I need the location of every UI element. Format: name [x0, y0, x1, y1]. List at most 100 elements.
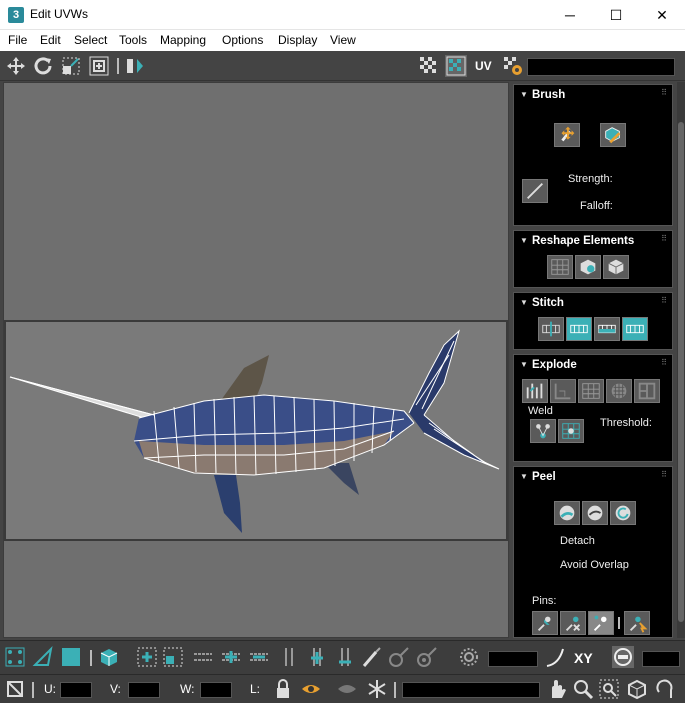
- settings-grid-icon[interactable]: [502, 55, 524, 77]
- uv-map-dropdown[interactable]: [527, 58, 675, 76]
- close-button[interactable]: ✕: [639, 0, 685, 30]
- weld-selected-icon[interactable]: [530, 419, 556, 443]
- gizmo-toggle-icon[interactable]: [612, 646, 634, 668]
- auto-pin-icon[interactable]: [588, 611, 614, 635]
- loop-grow-icon[interactable]: [220, 646, 242, 668]
- move-icon[interactable]: [5, 55, 27, 77]
- collapse-arrow-icon[interactable]: ▼: [520, 90, 528, 99]
- freeform-icon[interactable]: [88, 55, 110, 77]
- collapse-arrow-icon[interactable]: ▼: [520, 298, 528, 307]
- ring-grow-icon[interactable]: [306, 646, 328, 668]
- quick-peel-icon[interactable]: [554, 501, 580, 525]
- hide-icon[interactable]: [336, 678, 358, 700]
- peel-mode-icon[interactable]: [582, 501, 608, 525]
- unpin-selected-icon[interactable]: [560, 611, 586, 635]
- paint-move-icon[interactable]: [554, 123, 580, 147]
- show-hide-icon[interactable]: [300, 678, 322, 700]
- maximize-button[interactable]: ☐: [593, 0, 639, 30]
- grip-icon[interactable]: ⠿: [661, 358, 667, 367]
- status-field[interactable]: [402, 682, 540, 698]
- paint-grow-icon[interactable]: [388, 646, 410, 668]
- collapse-arrow-icon[interactable]: ▼: [520, 236, 528, 245]
- ring-select-icon[interactable]: [278, 646, 300, 668]
- menu-file[interactable]: File: [8, 33, 27, 47]
- paint-select-icon[interactable]: [360, 646, 382, 668]
- brush-header[interactable]: ▼ Brush ⠿: [514, 85, 672, 105]
- stitch-header[interactable]: ▼ Stitch ⠿: [514, 293, 672, 313]
- texture-checker-icon[interactable]: [445, 55, 467, 77]
- relax-until-flat-icon[interactable]: [575, 255, 601, 279]
- lock-icon[interactable]: [272, 678, 294, 700]
- scale-icon[interactable]: [60, 55, 82, 77]
- grip-icon[interactable]: ⠿: [661, 234, 667, 243]
- flatten-by-smoothing-icon[interactable]: [550, 379, 576, 403]
- flatten-by-polygon-icon[interactable]: [606, 379, 632, 403]
- stitch-custom-icon[interactable]: [538, 317, 564, 341]
- menu-select[interactable]: Select: [74, 33, 107, 47]
- weld-target-icon[interactable]: [558, 419, 584, 443]
- element-mode-icon[interactable]: [98, 646, 120, 668]
- help-icon[interactable]: [654, 678, 676, 700]
- zoom-icon[interactable]: [572, 678, 594, 700]
- grow-selection-icon[interactable]: [136, 646, 158, 668]
- flatten-by-material-icon[interactable]: [578, 379, 604, 403]
- checker-pattern-icon[interactable]: [418, 55, 440, 77]
- grip-icon[interactable]: ⠿: [661, 470, 667, 479]
- grip-icon[interactable]: ⠿: [661, 88, 667, 97]
- pin-selected-icon[interactable]: [532, 611, 558, 635]
- w-field[interactable]: [200, 682, 232, 698]
- snap-value-field[interactable]: [642, 651, 680, 667]
- menu-display[interactable]: Display: [278, 33, 317, 47]
- menu-view[interactable]: View: [330, 33, 356, 47]
- menu-edit[interactable]: Edit: [40, 33, 61, 47]
- swordfish-uv-mesh[interactable]: [4, 83, 508, 637]
- rotate-icon[interactable]: [32, 55, 54, 77]
- ring-shrink-icon[interactable]: [334, 646, 356, 668]
- grip-icon[interactable]: ⠿: [661, 296, 667, 305]
- edge-mode-icon[interactable]: [32, 646, 54, 668]
- freeze-icon[interactable]: [366, 678, 388, 700]
- absolute-offset-icon[interactable]: [4, 678, 26, 700]
- shrink-selection-icon[interactable]: [162, 646, 184, 668]
- face-mode-icon[interactable]: [60, 646, 82, 668]
- v-field[interactable]: [128, 682, 160, 698]
- stitch-to-target-icon[interactable]: [622, 317, 648, 341]
- u-field[interactable]: [60, 682, 92, 698]
- falloff-value-field[interactable]: [488, 651, 538, 667]
- minimize-button[interactable]: ─: [547, 0, 593, 30]
- xy-label[interactable]: XY: [574, 650, 593, 666]
- straighten-icon[interactable]: [547, 255, 573, 279]
- loop-shrink-icon[interactable]: [248, 646, 270, 668]
- paint-relax-icon[interactable]: [600, 123, 626, 147]
- reset-peel-icon[interactable]: [610, 501, 636, 525]
- uv-viewport[interactable]: [3, 82, 509, 638]
- flatten-icon[interactable]: [634, 379, 660, 403]
- reshape-header[interactable]: ▼ Reshape Elements ⠿: [514, 231, 672, 251]
- pan-icon[interactable]: [546, 678, 568, 700]
- menu-options[interactable]: Options: [222, 33, 263, 47]
- zoom-extents-icon[interactable]: [626, 678, 648, 700]
- panel-scroll-thumb[interactable]: [678, 122, 684, 622]
- loop-select-icon[interactable]: [192, 646, 214, 668]
- collapse-arrow-icon[interactable]: ▼: [520, 472, 528, 481]
- explode-header[interactable]: ▼ Explode ⠿: [514, 355, 672, 375]
- mirror-icon[interactable]: [124, 55, 146, 77]
- brush-falloff-icon[interactable]: [522, 179, 548, 203]
- soft-selection-icon[interactable]: [458, 646, 480, 668]
- vertex-mode-icon[interactable]: [4, 646, 26, 668]
- collapse-arrow-icon[interactable]: ▼: [520, 360, 528, 369]
- relax-icon[interactable]: [603, 255, 629, 279]
- falloff-curve-icon[interactable]: [544, 646, 566, 668]
- stitch-to-source-icon[interactable]: [566, 317, 592, 341]
- menu-tools[interactable]: Tools: [119, 33, 147, 47]
- brush-title: Brush: [532, 89, 566, 101]
- paint-shrink-icon[interactable]: [416, 646, 438, 668]
- panel-scrollbar[interactable]: [677, 82, 685, 638]
- zoom-region-icon[interactable]: [598, 678, 620, 700]
- select-pins-icon[interactable]: [624, 611, 650, 635]
- u-label: U:: [44, 682, 56, 696]
- menu-mapping[interactable]: Mapping: [160, 33, 206, 47]
- stitch-to-average-icon[interactable]: [594, 317, 620, 341]
- break-icon[interactable]: [522, 379, 548, 403]
- peel-header[interactable]: ▼ Peel ⠿: [514, 467, 672, 487]
